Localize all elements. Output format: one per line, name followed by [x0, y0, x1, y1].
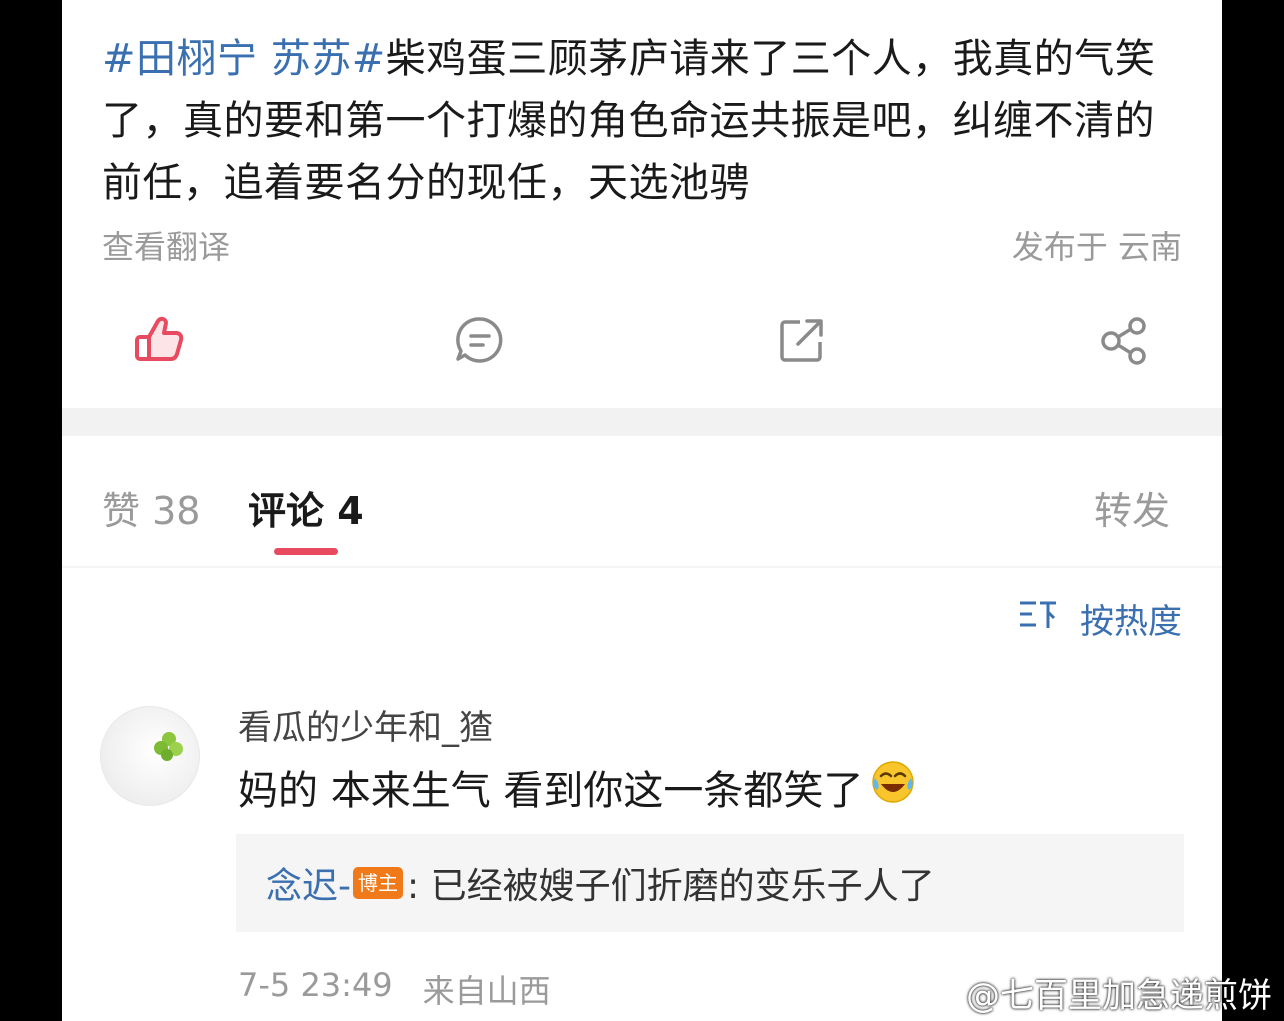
action-bar — [62, 300, 1222, 382]
laughing-crying-emoji-icon — [869, 758, 917, 816]
weibo-logo-icon — [914, 970, 960, 1015]
weibo-post-page: #田栩宁 苏苏#柴鸡蛋三顾茅庐请来了三个人，我真的气笑了，真的要和第一个打爆的角… — [62, 0, 1222, 1021]
post-hashtag[interactable]: #田栩宁 苏苏# — [102, 36, 386, 82]
post-body: #田栩宁 苏苏#柴鸡蛋三顾茅庐请来了三个人，我真的气笑了，真的要和第一个打爆的角… — [102, 28, 1192, 214]
tab-comments[interactable]: 评论 4 — [248, 480, 364, 535]
sort-icon — [1018, 597, 1058, 640]
active-tab-indicator — [274, 548, 338, 555]
repost-icon[interactable] — [772, 310, 832, 370]
share-icon[interactable] — [1094, 310, 1154, 370]
divider — [62, 566, 1222, 568]
tab-bar: 赞 38 评论 4 转发 — [62, 436, 1222, 566]
section-separator — [62, 408, 1222, 436]
watermark: @七百里加急递煎饼 — [914, 968, 1272, 1017]
reply-author[interactable]: 念迟- — [266, 857, 351, 909]
sort-button[interactable]: 按热度 — [1018, 594, 1182, 643]
thumbs-up-icon[interactable] — [130, 310, 190, 370]
translate-link[interactable]: 查看翻译 — [102, 222, 230, 268]
comment-meta: 7-5 23:49 来自山西 — [238, 966, 551, 1012]
comment-username[interactable]: 看瓜的少年和_猹 — [238, 700, 493, 749]
sort-label: 按热度 — [1080, 602, 1182, 642]
tab-likes[interactable]: 赞 38 — [102, 480, 200, 535]
reply-content: 念迟- 博主 : 已经被嫂子们折磨的变乐子人了 — [266, 857, 935, 909]
comment-text: 妈的 本来生气 看到你这一条都笑了 — [238, 768, 864, 814]
blogger-reply[interactable]: 念迟- 博主 : 已经被嫂子们折磨的变乐子人了 — [236, 834, 1184, 932]
comment-source: 来自山西 — [422, 972, 551, 1010]
post-location: 发布于 云南 — [1011, 228, 1182, 266]
reply-text: : 已经被嫂子们折磨的变乐子人了 — [407, 866, 935, 907]
avatar[interactable] — [100, 706, 200, 806]
comment-time: 7-5 23:49 — [238, 966, 393, 1004]
comment-icon[interactable] — [450, 310, 510, 370]
watermark-text: @七百里加急递煎饼 — [966, 976, 1272, 1016]
comment-body: 妈的 本来生气 看到你这一条都笑了 — [238, 758, 917, 816]
tab-reposts[interactable]: 转发 — [1094, 480, 1170, 535]
clover-icon — [154, 732, 183, 761]
blogger-badge: 博主 — [353, 867, 403, 899]
